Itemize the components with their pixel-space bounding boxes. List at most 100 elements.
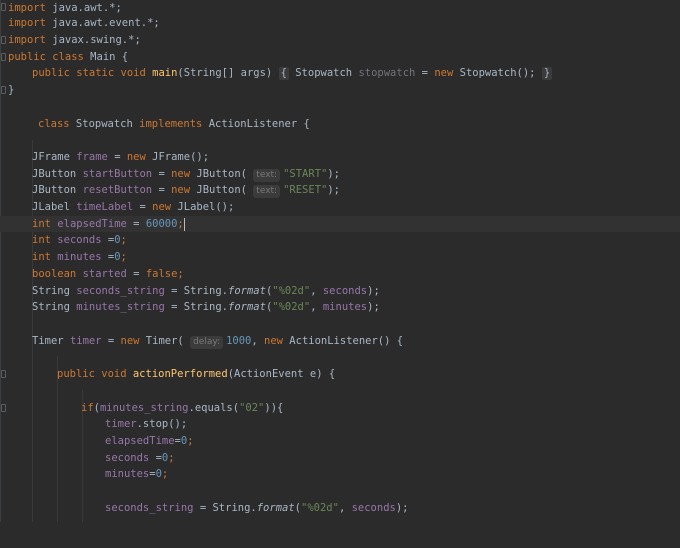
code-line-14-current[interactable]: int elapsedTime = 60000;	[0, 216, 680, 232]
code-line-18[interactable]: String seconds_string = String.format("%…	[0, 283, 680, 299]
code-text: Stopwatch	[288, 67, 359, 79]
code-text: );	[367, 301, 380, 313]
code-text: =	[101, 234, 115, 246]
code-text: ActionListener() {	[282, 335, 404, 347]
code-text: );	[395, 502, 409, 514]
code-line-16[interactable]: int minutes =0;	[0, 249, 680, 265]
code-text: =	[152, 184, 172, 196]
code-text: = String.	[164, 285, 228, 297]
code-line-8[interactable]: class Stopwatch implements ActionListene…	[0, 116, 680, 132]
keyword: int	[32, 218, 58, 230]
fold-marker-icon[interactable]	[1, 370, 6, 378]
code-text: =	[126, 268, 146, 280]
string-literal: "RESET"	[283, 184, 328, 196]
folded-brace-close[interactable]: }	[541, 67, 553, 80]
code-text: =	[101, 335, 121, 347]
code-line-29[interactable]: minutes=0;	[0, 466, 680, 482]
code-text: )){	[264, 402, 284, 414]
code-text: );	[327, 168, 341, 180]
semicolon: ;	[120, 251, 127, 263]
semicolon: ;	[120, 234, 127, 246]
code-text: = String.	[164, 301, 228, 313]
code-line-1[interactable]: import java.awt.*;	[0, 0, 680, 16]
field-name: elapsedTime	[105, 435, 175, 447]
code-line-5[interactable]: public static void main(String[] args) {…	[0, 65, 680, 81]
code-text: =	[133, 201, 153, 213]
code-line-13[interactable]: JLabel timeLabel = new JLabel();	[0, 199, 680, 215]
code-text: JFrame	[32, 151, 77, 163]
code-line-3[interactable]: import javax.swing.*;	[0, 32, 680, 48]
code-text: ActionListener {	[202, 118, 310, 130]
code-text: java.awt.*;	[45, 2, 122, 14]
field-name: minutes	[105, 468, 150, 480]
method-name: actionPerformed	[132, 368, 228, 380]
field-name: timer	[105, 418, 137, 430]
field-name: minutes_string	[76, 301, 165, 313]
field-name: seconds	[322, 285, 368, 297]
code-line-4[interactable]: public class Main {	[0, 49, 680, 65]
code-text: ,	[310, 285, 323, 297]
field-name: timeLabel	[76, 201, 134, 213]
code-text: JLabel	[32, 201, 77, 213]
keyword: false	[145, 268, 178, 280]
semicolon: ;	[177, 268, 184, 280]
code-text: Stopwatch();	[453, 67, 536, 79]
code-line-21[interactable]: Timer timer = new Timer( delay: 1000, new…	[0, 333, 680, 349]
number-literal: 1000	[226, 335, 252, 347]
keyword: public static void	[32, 67, 146, 79]
code-text: JButton	[32, 184, 83, 196]
code-text: (String[] args)	[177, 67, 279, 79]
code-text: );	[327, 184, 341, 196]
code-text: );	[367, 285, 380, 297]
code-line-10[interactable]: JFrame frame = new JFrame();	[0, 149, 680, 165]
field-name: minutes	[322, 301, 368, 313]
parameter-hint: text:	[253, 185, 281, 198]
code-line-15[interactable]: int seconds =0;	[0, 232, 680, 248]
code-text: =	[415, 67, 435, 79]
keyword: implements	[139, 118, 203, 130]
folded-brace-open[interactable]: {	[278, 67, 289, 80]
keyword: public void	[57, 368, 133, 380]
static-method: format	[228, 301, 266, 313]
code-text: ,	[251, 335, 265, 347]
code-line-31[interactable]: seconds_string = String.format("%02d", s…	[0, 500, 680, 516]
field-name: seconds_string	[105, 502, 194, 514]
keyword: class	[38, 118, 70, 130]
fold-marker-icon[interactable]	[1, 36, 6, 44]
fold-marker-icon[interactable]	[1, 404, 6, 412]
code-text: =	[107, 151, 127, 163]
code-editor[interactable]: import java.awt.*; import java.awt.event…	[0, 0, 680, 522]
code-text: }	[8, 84, 15, 96]
code-line-6[interactable]: }	[0, 82, 680, 98]
fold-marker-icon[interactable]	[1, 3, 6, 11]
field-name: minutes	[57, 251, 102, 263]
fold-marker-icon[interactable]	[1, 53, 6, 61]
static-method: format	[256, 502, 295, 514]
code-text: .stop();	[136, 418, 188, 430]
keyword: new	[120, 335, 140, 347]
code-line-11[interactable]: JButton startButton = new JButton( text:…	[0, 166, 680, 182]
code-text: =	[101, 251, 115, 263]
code-text: Timer(	[139, 335, 184, 347]
fold-marker-icon[interactable]	[1, 86, 6, 94]
semicolon: ;	[187, 435, 194, 447]
code-line-28[interactable]: seconds =0;	[0, 450, 680, 466]
code-line-25[interactable]: if(minutes_string.equals("02")){	[0, 400, 680, 416]
method-name: main	[152, 67, 178, 79]
code-text: Main {	[83, 51, 129, 63]
code-text: ,	[310, 301, 323, 313]
code-line-26[interactable]: timer.stop();	[0, 416, 680, 432]
keyword: import	[8, 34, 46, 46]
code-line-12[interactable]: JButton resetButton = new JButton( text:…	[0, 182, 680, 198]
code-line-27[interactable]: elapsedTime=0;	[0, 433, 680, 449]
code-line-2[interactable]: import java.awt.event.*;	[0, 15, 680, 31]
string-literal: "%02d"	[272, 285, 311, 297]
field-name: frame	[76, 151, 108, 163]
keyword: new	[434, 67, 454, 79]
code-line-19[interactable]: String minutes_string = String.format("%…	[0, 299, 680, 315]
code-line-17[interactable]: boolean started = false;	[0, 266, 680, 282]
code-line-23[interactable]: public void actionPerformed(ActionEvent …	[0, 366, 680, 382]
field-name: seconds	[351, 502, 396, 514]
code-text: JButton	[32, 168, 83, 180]
keyword: if	[81, 402, 94, 414]
